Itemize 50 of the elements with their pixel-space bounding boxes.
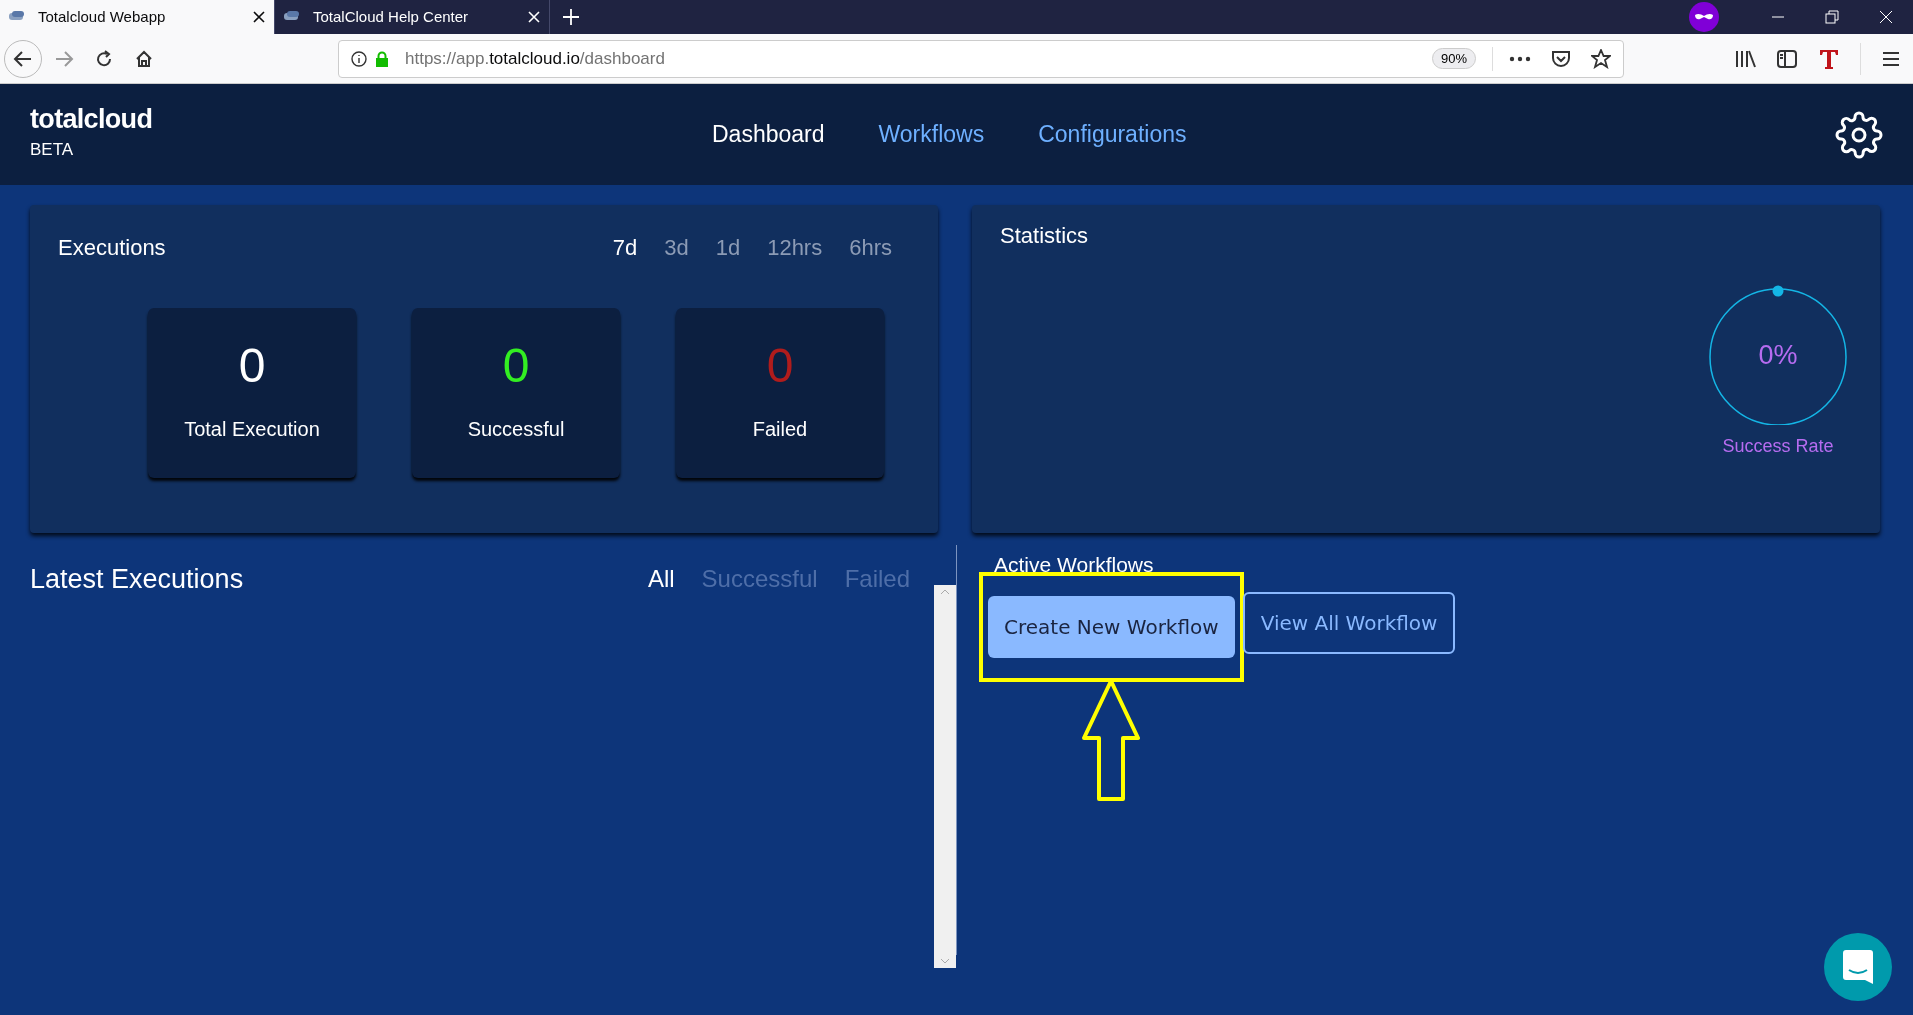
range-tab[interactable]: 3d [664,231,689,264]
tab-title: Totalcloud Webapp [38,6,167,27]
workflow-button[interactable]: View All Workflow [1242,591,1456,654]
section-title: Latest Executions [30,563,245,596]
menu-icon[interactable] [1881,49,1901,68]
rate-value: 0% [1758,338,1798,372]
pocket-icon[interactable] [1551,48,1571,69]
card-title: Executions [58,234,167,262]
logo[interactable]: totalcloud [30,106,660,134]
mask-icon [1689,2,1719,32]
workflow-button[interactable]: Create New Workflow [988,595,1235,658]
padlock-icon [375,50,389,67]
section-title: Active Workflows [994,552,1155,578]
home-icon[interactable] [134,48,154,69]
nav-link[interactable]: Configurations [1038,117,1187,152]
star-icon[interactable] [1591,48,1611,69]
stat-value: 0 [766,342,794,390]
stat-label: Total Execution [184,417,320,442]
stat-value: 0 [502,342,530,390]
nav-link[interactable]: Workflows [878,117,985,152]
new-tab-icon[interactable] [562,8,580,26]
back-arrow-icon [13,48,33,69]
restore-icon[interactable] [1825,10,1839,24]
rate-label: Success Rate [1722,435,1834,458]
range-tab[interactable]: 7d [612,231,638,264]
library-icon[interactable] [1734,48,1756,69]
beta-label: BETA [30,139,75,162]
zoom-level[interactable]: 90% [1431,47,1476,70]
settings-icon[interactable] [1835,110,1883,159]
browser-tab[interactable]: Totalcloud Webapp [0,0,275,34]
filter-tab[interactable]: All [647,561,675,598]
letter-icon[interactable] [1818,47,1840,70]
stat-value: 0 [238,342,266,390]
info-icon[interactable] [351,50,367,67]
url-text: https://app.totalcloud.io/dashboard [405,47,666,70]
close-icon[interactable] [252,10,266,24]
sidebar-icon[interactable] [1776,48,1798,69]
range-tab[interactable]: 1d [715,231,741,264]
range-tab[interactable]: 6hrs [849,231,892,264]
chat-bubble-icon [1843,950,1873,984]
forward-arrow-icon[interactable] [54,48,74,69]
stat-label: Failed [752,417,808,442]
more-icon[interactable] [1509,55,1531,62]
nav-link[interactable]: Dashboard [712,117,825,152]
range-tab[interactable]: 12hrs [767,231,823,264]
card-title: Statistics [1000,222,1090,250]
tab-title: TotalCloud Help Center [313,6,470,27]
reload-icon[interactable] [94,48,114,69]
address-bar[interactable]: https://app.totalcloud.io/dashboard 90% [338,39,1624,78]
stat-label: Successful [467,417,565,442]
